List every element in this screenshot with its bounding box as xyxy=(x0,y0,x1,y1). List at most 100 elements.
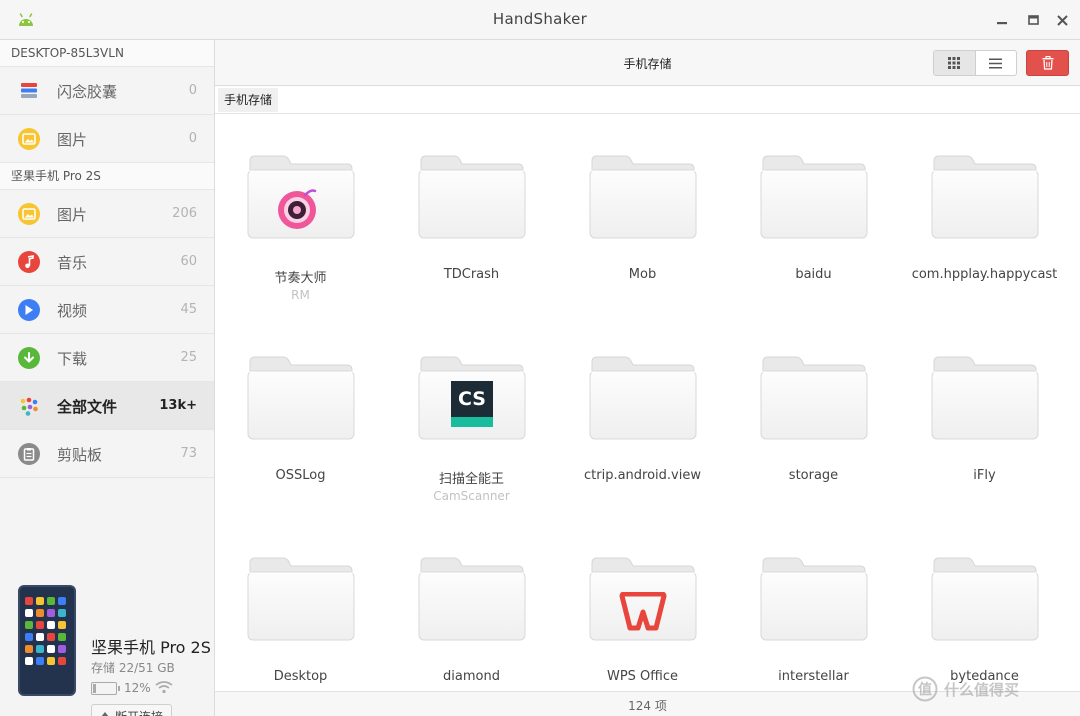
sidebar-item-count: 206 xyxy=(172,206,197,221)
file-name: Desktop xyxy=(273,669,328,684)
sidebar-item-label: 闪念胶囊 xyxy=(57,83,118,101)
wps-office-app-icon: W xyxy=(618,591,667,638)
sidebar-item-count: 60 xyxy=(180,254,197,269)
folder-icon xyxy=(931,155,1039,239)
maximize-button[interactable] xyxy=(1024,11,1042,29)
video-icon xyxy=(18,299,40,321)
battery-level xyxy=(93,684,96,693)
sidebar-item-download[interactable]: 下载 25 xyxy=(0,334,214,382)
folder-icon xyxy=(760,155,868,239)
file-name: 扫描全能王 xyxy=(438,472,504,487)
grid-icon xyxy=(948,57,961,69)
file-item[interactable]: OSSLog xyxy=(215,316,386,516)
sidebar-item-count: 73 xyxy=(180,446,197,461)
flash-capsule-icon xyxy=(18,80,40,102)
sidebar-item-video[interactable]: 视频 45 xyxy=(0,286,214,334)
watermark-logo-icon: 值 xyxy=(912,676,938,702)
title-bar[interactable]: HandShaker xyxy=(0,0,1080,40)
file-name: com.hpplay.happycast xyxy=(911,267,1058,282)
file-item[interactable]: interstellar xyxy=(728,517,899,691)
minimize-icon xyxy=(997,22,1007,25)
file-item[interactable]: Mob xyxy=(557,115,728,315)
list-view-button[interactable] xyxy=(974,51,1017,75)
delete-button[interactable] xyxy=(1026,50,1069,76)
sidebar: DESKTOP-85L3VLN 闪念胶囊 0 图片 0 坚果手机 Pro 2S … xyxy=(0,40,215,716)
sidebar-item-count: 45 xyxy=(180,302,197,317)
file-name: WPS Office xyxy=(606,669,679,684)
battery-percent: 12% xyxy=(124,681,151,695)
file-name: OSSLog xyxy=(275,468,326,483)
sidebar-item-label: 全部文件 xyxy=(57,398,118,416)
file-item[interactable]: iFly xyxy=(899,316,1070,516)
folder-icon xyxy=(589,155,697,239)
main-panel: 手机存储 手机存储 节奏大师 RM TDCrash Mob baidu com.… xyxy=(215,40,1080,716)
file-name: TDCrash xyxy=(443,267,500,282)
file-name: storage xyxy=(788,468,839,483)
file-item[interactable]: 节奏大师 RM xyxy=(215,115,386,315)
breadcrumb-item[interactable]: 手机存储 xyxy=(218,88,279,112)
grid-view-button[interactable] xyxy=(934,51,975,75)
file-item[interactable]: com.hpplay.happycast xyxy=(899,115,1070,315)
file-name: iFly xyxy=(973,468,996,483)
sidebar-item-count: 13k+ xyxy=(159,398,197,413)
file-name: 节奏大师 xyxy=(274,271,327,286)
device-name: 坚果手机 Pro 2S xyxy=(91,638,211,657)
sidebar-item-label: 视频 xyxy=(57,302,88,320)
wifi-icon xyxy=(155,681,173,694)
sidebar-item-music[interactable]: 音乐 60 xyxy=(0,238,214,286)
disconnect-label: 断开连接 xyxy=(115,708,163,716)
folder-icon xyxy=(418,155,526,239)
watermark-text: 什么值得买 xyxy=(944,680,1020,699)
file-item[interactable]: Desktop xyxy=(215,517,386,691)
music-icon xyxy=(18,251,40,273)
rhythm-master-app-icon xyxy=(275,185,321,231)
folder-icon xyxy=(589,356,697,440)
file-name: interstellar xyxy=(778,669,849,684)
file-subtitle: RM xyxy=(291,288,310,302)
sidebar-item-count: 0 xyxy=(188,131,197,146)
app-title: HandShaker xyxy=(492,10,588,28)
phone-group-header: 坚果手机 Pro 2S xyxy=(0,163,214,190)
breadcrumb: 手机存储 xyxy=(215,86,1080,114)
close-icon xyxy=(1056,14,1068,26)
clipboard-icon xyxy=(18,443,40,465)
file-item[interactable]: ctrip.android.view xyxy=(557,316,728,516)
sidebar-item-label: 音乐 xyxy=(57,254,88,272)
folder-icon xyxy=(931,356,1039,440)
file-name: baidu xyxy=(795,267,832,282)
all-files-icon xyxy=(18,395,40,417)
file-item[interactable]: storage xyxy=(728,316,899,516)
wps-badge-text: W xyxy=(618,636,619,637)
file-item[interactable]: CS 扫描全能王 CamScanner xyxy=(386,316,557,516)
disconnect-button[interactable]: 断开连接 xyxy=(91,704,173,716)
maximize-icon xyxy=(1027,15,1039,25)
watermark: 值 什么值得买 xyxy=(912,676,1019,702)
close-button[interactable] xyxy=(1053,11,1071,29)
computer-group-header: DESKTOP-85L3VLN xyxy=(0,40,214,67)
sidebar-item-clipboard[interactable]: 剪贴板 73 xyxy=(0,430,214,478)
sidebar-item-pc-photos[interactable]: 图片 0 xyxy=(0,115,214,163)
sidebar-item-label: 图片 xyxy=(57,131,88,149)
file-item[interactable]: W WPS Office xyxy=(557,517,728,691)
sidebar-item-count: 0 xyxy=(188,83,197,98)
photo-icon xyxy=(18,203,40,225)
file-item[interactable]: bytedance xyxy=(899,517,1070,691)
file-grid: 节奏大师 RM TDCrash Mob baidu com.hpplay.happycas… xyxy=(215,115,1080,691)
folder-icon xyxy=(931,557,1039,641)
folder-icon xyxy=(247,557,355,641)
svg-text:值: 值 xyxy=(918,681,932,698)
file-item[interactable]: baidu xyxy=(728,115,899,315)
file-item[interactable]: diamond xyxy=(386,517,557,691)
camscanner-badge-text: CS xyxy=(458,388,486,410)
phone-home-screen xyxy=(25,597,69,665)
file-item[interactable]: TDCrash xyxy=(386,115,557,315)
file-name: Mob xyxy=(628,267,657,282)
download-icon xyxy=(18,347,40,369)
folder-icon xyxy=(760,557,868,641)
sidebar-item-label: 剪贴板 xyxy=(57,446,103,464)
minimize-button[interactable] xyxy=(993,11,1011,29)
sidebar-item-all-files[interactable]: 全部文件 13k+ xyxy=(0,382,214,430)
sidebar-item-flash-capsule[interactable]: 闪念胶囊 0 xyxy=(0,67,214,115)
sidebar-item-count: 25 xyxy=(180,350,197,365)
sidebar-item-photos[interactable]: 图片 206 xyxy=(0,190,214,238)
